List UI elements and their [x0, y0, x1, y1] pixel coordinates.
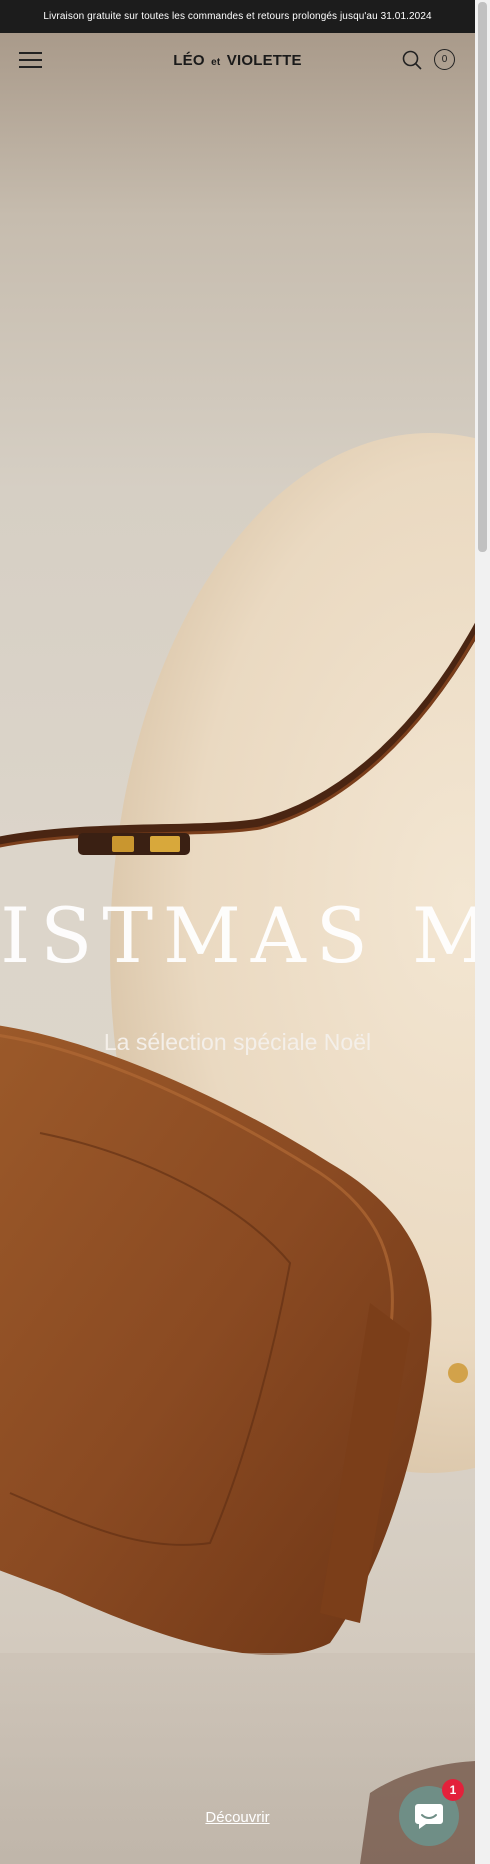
announcement-bar: Livraison gratuite sur toutes les comman… [0, 0, 475, 33]
scrollbar-thumb[interactable] [478, 2, 487, 552]
cart-count: 0 [441, 54, 448, 65]
logo-end: VIOLETTE [226, 51, 302, 69]
search-icon[interactable] [401, 49, 423, 71]
logo-small: et [211, 56, 221, 68]
site-logo[interactable]: LÉO et VIOLETTE [173, 52, 301, 69]
chat-badge: 1 [442, 1779, 464, 1801]
scrollbar[interactable] [475, 0, 490, 1864]
hero-subtitle: La sélection spéciale Noël [103, 1029, 372, 1055]
hero-title: ISTMAS M [0, 891, 475, 980]
cart-icon[interactable]: 0 [434, 49, 455, 70]
chat-icon [415, 1804, 443, 1829]
logo-main: LÉO [173, 51, 205, 69]
site-header: LÉO et VIOLETTE 0 [0, 33, 475, 87]
announcement-text: Livraison gratuite sur toutes les comman… [43, 11, 432, 22]
menu-icon[interactable] [19, 51, 43, 69]
hero-banner: ISTMAS M La sélection spéciale Noël Déco… [0, 33, 475, 1864]
